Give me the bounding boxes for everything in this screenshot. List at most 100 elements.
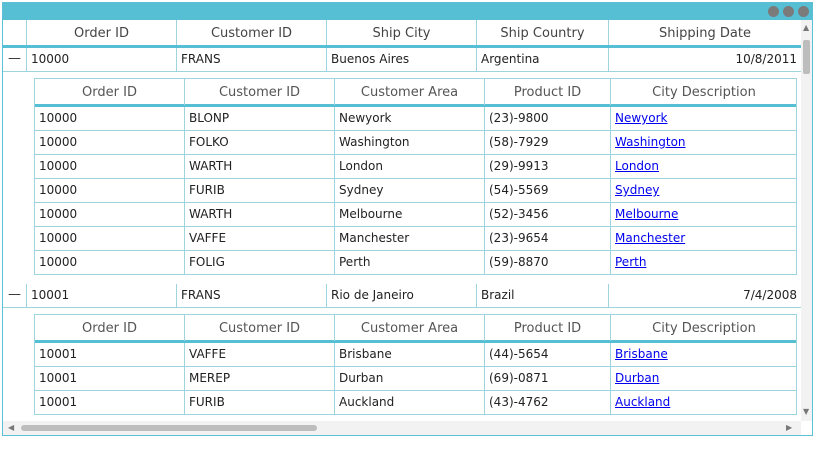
detail-product-id-cell: (29)-9913 (485, 155, 611, 178)
maximize-dot-icon[interactable] (783, 6, 794, 17)
detail-area-cell: Manchester (335, 227, 485, 250)
detail-city-link[interactable]: Auckland (611, 391, 797, 414)
detail-customer-id-cell: MEREP (185, 367, 335, 390)
detail-header-area[interactable]: Customer Area (335, 315, 485, 341)
minimize-dot-icon[interactable] (768, 6, 779, 17)
order-id-cell: 10001 (27, 284, 177, 307)
detail-area-cell: Brisbane (335, 343, 485, 366)
detail-row[interactable]: 10000 FURIB Sydney (54)-5569 Sydney (35, 179, 796, 203)
ship-country-cell: Brazil (477, 284, 609, 307)
detail-product-id-cell: (69)-0871 (485, 367, 611, 390)
detail-city-link[interactable]: Melbourne (611, 203, 797, 226)
detail-grid: Order ID Customer ID Customer Area Product … (34, 78, 797, 275)
header-ship-city[interactable]: Ship City (327, 20, 477, 45)
detail-city-link[interactable]: Newyork (611, 107, 797, 130)
detail-order-id-cell: 10000 (35, 107, 185, 130)
scroll-down-icon[interactable]: ▼ (803, 408, 809, 416)
detail-order-id-cell: 10000 (35, 251, 185, 274)
customer-id-cell: FRANS (177, 48, 327, 71)
detail-product-id-cell: (54)-5569 (485, 179, 611, 202)
detail-customer-id-cell: BLONP (185, 107, 335, 130)
detail-row[interactable]: 10000 FOLKO Washington (58)-7929 Washington (35, 131, 796, 155)
detail-area-cell: London (335, 155, 485, 178)
detail-order-id-cell: 10001 (35, 343, 185, 366)
grid-viewport: Order ID Customer ID Ship City Ship Coun… (3, 20, 801, 421)
detail-order-id-cell: 10000 (35, 203, 185, 226)
horizontal-scroll-thumb[interactable] (21, 425, 317, 431)
detail-header-city-desc[interactable]: City Description (611, 79, 797, 105)
horizontal-scrollbar[interactable]: ◀ ▶ (3, 421, 801, 435)
ship-city-cell: Rio de Janeiro (327, 284, 477, 307)
grid-header: Order ID Customer ID Ship City Ship Coun… (3, 20, 801, 48)
detail-customer-id-cell: VAFFE (185, 343, 335, 366)
detail-area-cell: Perth (335, 251, 485, 274)
detail-area-cell: Durban (335, 367, 485, 390)
detail-area-cell: Auckland (335, 391, 485, 414)
detail-row[interactable]: 10000 VAFFE Manchester (23)-9654 Manchester (35, 227, 796, 251)
detail-header: Order ID Customer ID Customer Area Product … (35, 78, 796, 107)
detail-header-order-id[interactable]: Order ID (35, 315, 185, 341)
header-order-id[interactable]: Order ID (27, 20, 177, 45)
close-dot-icon[interactable] (798, 6, 809, 17)
detail-customer-id-cell: WARTH (185, 155, 335, 178)
header-ship-country[interactable]: Ship Country (477, 20, 609, 45)
header-customer-id[interactable]: Customer ID (177, 20, 327, 45)
detail-product-id-cell: (43)-4762 (485, 391, 611, 414)
detail-city-link[interactable]: Perth (611, 251, 797, 274)
detail-city-link[interactable]: Sydney (611, 179, 797, 202)
detail-grid: Order ID Customer ID Customer Area Product … (34, 314, 797, 415)
detail-row[interactable]: 10001 VAFFE Brisbane (44)-5654 Brisbane (35, 343, 796, 367)
detail-product-id-cell: (23)-9654 (485, 227, 611, 250)
detail-area-cell: Sydney (335, 179, 485, 202)
detail-row[interactable]: 10000 FOLIG Perth (59)-8870 Perth (35, 251, 796, 275)
detail-area-cell: Newyork (335, 107, 485, 130)
header-expander (3, 20, 27, 45)
detail-order-id-cell: 10001 (35, 391, 185, 414)
vertical-scrollbar[interactable]: ▲ ▼ (801, 20, 812, 421)
scroll-left-icon[interactable]: ◀ (8, 424, 14, 432)
detail-row[interactable]: 10001 FURIB Auckland (43)-4762 Auckland (35, 391, 796, 415)
detail-header-product-id[interactable]: Product ID (485, 315, 611, 341)
shipping-date-cell: 10/8/2011 (735, 52, 797, 66)
detail-header: Order ID Customer ID Customer Area Product … (35, 314, 796, 343)
detail-customer-id-cell: VAFFE (185, 227, 335, 250)
scroll-right-icon[interactable]: ▶ (786, 424, 792, 432)
detail-product-id-cell: (23)-9800 (485, 107, 611, 130)
ship-city-cell: Buenos Aires (327, 48, 477, 71)
order-row[interactable]: —10001 FRANS Rio de Janeiro Brazil 7/4/2008 (3, 284, 801, 308)
detail-header-area[interactable]: Customer Area (335, 79, 485, 105)
detail-header-product-id[interactable]: Product ID (485, 79, 611, 105)
detail-order-id-cell: 10000 (35, 131, 185, 154)
detail-area-cell: Washington (335, 131, 485, 154)
header-shipping-date[interactable]: Shipping Date (609, 20, 801, 45)
detail-panel: Order ID Customer ID Customer Area Product … (3, 308, 801, 421)
collapse-toggle-icon[interactable]: — (3, 284, 27, 307)
detail-header-city-desc[interactable]: City Description (611, 315, 797, 341)
detail-panel: Order ID Customer ID Customer Area Product … (3, 72, 801, 286)
detail-row[interactable]: 10001 MEREP Durban (69)-0871 Durban (35, 367, 796, 391)
shipping-date-cell: 7/4/2008 (743, 288, 797, 302)
order-row[interactable]: —10000 FRANS Buenos Aires Argentina 10/8/201… (3, 48, 801, 72)
collapse-toggle-icon[interactable]: — (3, 48, 27, 71)
detail-header-customer-id[interactable]: Customer ID (185, 79, 335, 105)
detail-area-cell: Melbourne (335, 203, 485, 226)
detail-row[interactable]: 10000 WARTH Melbourne (52)-3456 Melbourne (35, 203, 796, 227)
detail-product-id-cell: (44)-5654 (485, 343, 611, 366)
scroll-up-icon[interactable]: ▲ (803, 24, 809, 32)
detail-city-link[interactable]: Washington (611, 131, 797, 154)
detail-city-link[interactable]: Manchester (611, 227, 797, 250)
detail-city-link[interactable]: London (611, 155, 797, 178)
detail-row[interactable]: 10000 WARTH London (29)-9913 London (35, 155, 796, 179)
detail-product-id-cell: (59)-8870 (485, 251, 611, 274)
title-bar (3, 3, 812, 20)
detail-header-customer-id[interactable]: Customer ID (185, 315, 335, 341)
vertical-scroll-thumb[interactable] (803, 40, 810, 74)
detail-product-id-cell: (58)-7929 (485, 131, 611, 154)
detail-row[interactable]: 10000 BLONP Newyork (23)-9800 Newyork (35, 107, 796, 131)
detail-customer-id-cell: FOLKO (185, 131, 335, 154)
detail-customer-id-cell: FURIB (185, 179, 335, 202)
customer-id-cell: FRANS (177, 284, 327, 307)
detail-header-order-id[interactable]: Order ID (35, 79, 185, 105)
detail-city-link[interactable]: Durban (611, 367, 797, 390)
detail-city-link[interactable]: Brisbane (611, 343, 797, 366)
